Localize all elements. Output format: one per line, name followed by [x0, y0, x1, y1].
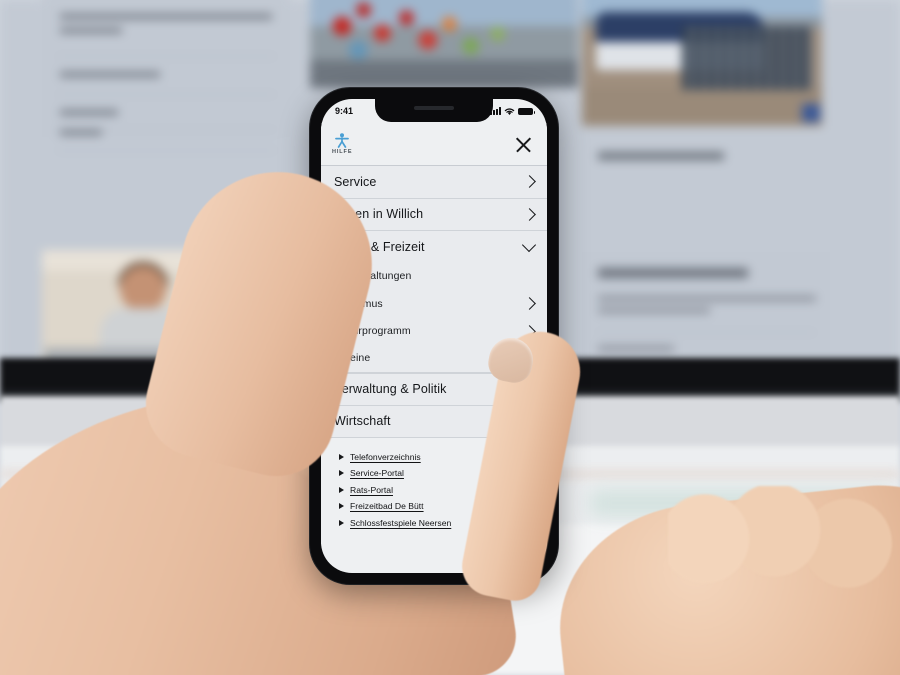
- triangle-right-icon: [339, 486, 344, 493]
- right-hand-knuckles: [668, 486, 898, 596]
- quick-link-label: Rats-Portal: [350, 484, 393, 495]
- menu-item-label: Wirtschaft: [334, 414, 391, 429]
- menu-item-service[interactable]: Service: [321, 165, 547, 198]
- chevron-right-icon: [523, 297, 536, 311]
- wifi-icon: [504, 107, 515, 115]
- hilfe-logo[interactable]: HILFE: [332, 133, 352, 155]
- accessibility-person-icon: [335, 133, 350, 148]
- hilfe-label: HILFE: [332, 149, 353, 155]
- background-card-themen: [42, 0, 290, 137]
- background-photo-van: [582, 0, 822, 126]
- menu-item-label: Service: [334, 174, 377, 189]
- quick-link-label: Service-Portal: [350, 468, 404, 478]
- chevron-right-icon: [523, 207, 536, 221]
- earpiece-speaker: [414, 106, 454, 110]
- quick-link-label: Telefonverzeichnis: [350, 451, 421, 462]
- close-x-icon[interactable]: [513, 134, 534, 155]
- chevron-down-icon: [521, 237, 537, 252]
- chevron-right-icon: [523, 175, 536, 189]
- background-photo-crowd: [310, 0, 578, 88]
- battery-icon: [518, 107, 535, 115]
- menu-item-label: Verwaltung & Politik: [334, 382, 447, 397]
- triangle-right-icon: [339, 453, 344, 460]
- quick-link-label: Freizeitbad De Bütt: [350, 501, 424, 511]
- app-header: HILFE: [321, 123, 547, 165]
- quick-link-label: Schlossfestspiele Neersen: [350, 517, 452, 528]
- background-card-verwaltung: [582, 252, 830, 364]
- triangle-right-icon: [339, 519, 344, 526]
- triangle-right-icon: [339, 470, 344, 476]
- facebook-badge-icon: [802, 104, 820, 122]
- triangle-right-icon: [339, 503, 344, 509]
- status-bar-time: 9:41: [335, 106, 354, 116]
- phone-notch: [375, 99, 493, 122]
